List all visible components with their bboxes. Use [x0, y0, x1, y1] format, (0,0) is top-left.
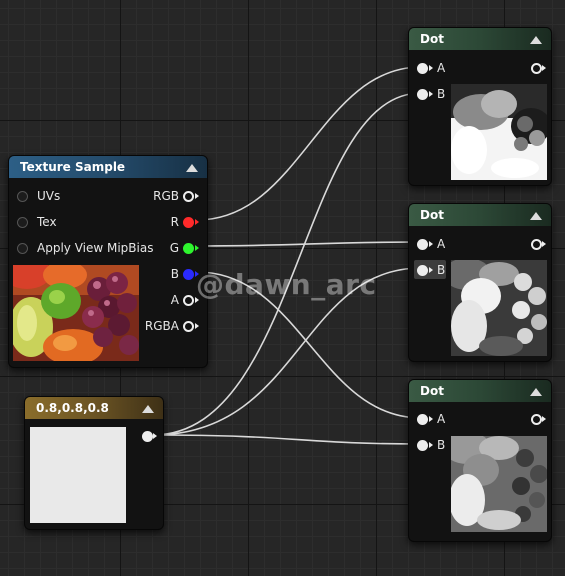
rgba-pin-icon[interactable] [183, 321, 194, 332]
pin-tex[interactable]: Tex [17, 213, 57, 231]
collapse-icon[interactable] [186, 164, 198, 172]
dot-2-a-label: A [437, 237, 446, 251]
dot-2-output-arrow-icon [542, 241, 546, 247]
wire-r-to-dot1-a [196, 66, 422, 221]
dot-3-output-arrow-icon [542, 416, 546, 422]
dot-2-input-b[interactable]: B [417, 261, 445, 279]
dot-1-input-a[interactable]: A [417, 59, 445, 77]
dot-1-b-pin-icon[interactable] [417, 89, 428, 100]
texture-preview-image [13, 265, 139, 361]
dot-2-preview-image [451, 260, 547, 356]
g-arrow-icon [195, 245, 199, 251]
rgb-arrow-icon [195, 193, 199, 199]
g-pin-icon[interactable] [183, 243, 194, 254]
dot-2-a-pin-icon[interactable] [417, 239, 428, 250]
dot-3-input-b[interactable]: B [417, 436, 445, 454]
collapse-icon[interactable] [530, 388, 542, 396]
output-rgb[interactable]: RGB [153, 187, 199, 205]
a-pin-icon[interactable] [183, 295, 194, 306]
dot-node-3[interactable]: Dot A B [408, 379, 552, 542]
dot-3-b-arrow-icon [429, 442, 433, 448]
dot-3-a-arrow-icon [429, 416, 433, 422]
output-b-label: B [170, 267, 179, 281]
constant-color-swatch [30, 427, 126, 523]
dot-node-1-header[interactable]: Dot [409, 28, 551, 50]
constant-output-pin-icon[interactable] [142, 431, 153, 442]
output-a-label: A [170, 293, 179, 307]
dot-3-a-pin-icon[interactable] [417, 414, 428, 425]
r-pin-icon[interactable] [183, 217, 194, 228]
output-r-label: R [170, 215, 179, 229]
dot-1-output-pin-icon[interactable] [531, 63, 542, 74]
dot-3-b-label: B [437, 438, 446, 452]
dot-2-output-pin-icon[interactable] [531, 239, 542, 250]
pin-uvs-label: UVs [37, 189, 61, 203]
dot-2-b-label: B [437, 263, 446, 277]
b-pin-icon[interactable] [183, 269, 194, 280]
output-a[interactable]: A [171, 291, 199, 309]
dot-3-b-pin-icon[interactable] [417, 440, 428, 451]
texture-sample-node[interactable]: Texture Sample UVs Tex Apply View MipBia… [8, 155, 208, 368]
wire-g-to-dot2-a [196, 241, 422, 247]
constant-output-arrow-icon [153, 433, 157, 439]
collapse-icon[interactable] [142, 405, 154, 413]
output-g[interactable]: G [170, 239, 199, 257]
tex-pin-icon[interactable] [17, 217, 28, 228]
dot-node-2[interactable]: Dot A B [408, 203, 552, 362]
output-rgba-label: RGBA [144, 319, 179, 333]
dot-node-3-header[interactable]: Dot [409, 380, 551, 402]
constant-header[interactable]: 0.8,0.8,0.8 [25, 397, 163, 419]
dot-node-1[interactable]: Dot A B [408, 27, 552, 186]
pin-apply-view-mipbias[interactable]: Apply View MipBias [17, 239, 153, 257]
texture-sample-header[interactable]: Texture Sample [9, 156, 207, 178]
output-rgba[interactable]: RGBA [145, 317, 199, 335]
pin-uvs[interactable]: UVs [17, 187, 60, 205]
dot-2-input-a[interactable]: A [417, 235, 445, 253]
dot-node-2-header[interactable]: Dot [409, 204, 551, 226]
dot-1-b-arrow-icon [429, 91, 433, 97]
dot-2-b-pin-icon[interactable] [417, 265, 428, 276]
dot-1-a-label: A [437, 61, 446, 75]
r-arrow-icon [195, 219, 199, 225]
constant-title: 0.8,0.8,0.8 [36, 401, 109, 415]
texture-sample-title: Texture Sample [20, 160, 126, 174]
dot-1-preview-image [451, 84, 547, 180]
output-r[interactable]: R [171, 213, 199, 231]
rgba-arrow-icon [195, 323, 199, 329]
wire-const-to-dot3-b [152, 434, 422, 445]
constant-vector-node[interactable]: 0.8,0.8,0.8 [24, 396, 164, 530]
rgb-pin-icon[interactable] [183, 191, 194, 202]
dot-node-1-title: Dot [420, 32, 444, 46]
collapse-icon[interactable] [530, 36, 542, 44]
dot-1-a-arrow-icon [429, 65, 433, 71]
dot-1-input-b[interactable]: B [417, 85, 445, 103]
uvs-pin-icon[interactable] [17, 191, 28, 202]
dot-1-a-pin-icon[interactable] [417, 63, 428, 74]
output-b[interactable]: B [171, 265, 199, 283]
dot-3-output-pin-icon[interactable] [531, 414, 542, 425]
output-rgb-label: RGB [153, 189, 179, 203]
mipbias-pin-icon[interactable] [17, 243, 28, 254]
collapse-icon[interactable] [530, 212, 542, 220]
dot-3-preview-image [451, 436, 547, 532]
pin-mipbias-label: Apply View MipBias [37, 241, 154, 255]
output-g-label: G [169, 241, 179, 255]
dot-1-b-label: B [437, 87, 446, 101]
dot-node-3-title: Dot [420, 384, 444, 398]
watermark-text: @dawn_arc [196, 268, 377, 301]
dot-3-a-label: A [437, 412, 446, 426]
dot-2-b-arrow-icon [429, 267, 433, 273]
dot-1-output-arrow-icon [542, 65, 546, 71]
dot-node-2-title: Dot [420, 208, 444, 222]
pin-tex-label: Tex [37, 215, 57, 229]
dot-2-a-arrow-icon [429, 241, 433, 247]
dot-3-input-a[interactable]: A [417, 410, 445, 428]
